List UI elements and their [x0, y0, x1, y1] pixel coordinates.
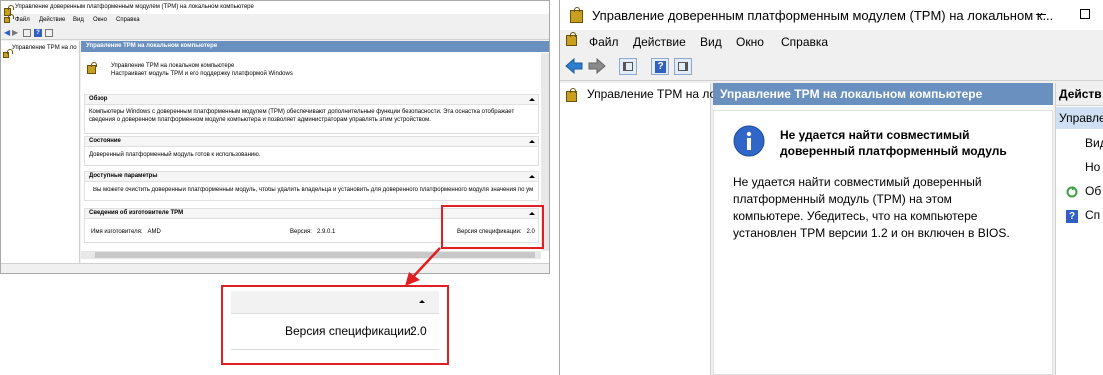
highlight-box-small: [441, 205, 544, 249]
menu-view[interactable]: Вид: [700, 35, 722, 49]
menu-file[interactable]: Файл: [589, 35, 619, 49]
tree-item-tpm[interactable]: Управление TPM на ло: [12, 45, 77, 51]
help-icon[interactable]: ?: [651, 58, 669, 75]
intro-text: Настраивает модуль TPM и его поддержку п…: [111, 71, 293, 77]
console-tree-icon[interactable]: [619, 58, 637, 75]
maximize-icon[interactable]: [1080, 9, 1090, 19]
tpm-app-icon: [570, 7, 583, 23]
right-tree-pane: Управление TPM на ло: [560, 83, 716, 375]
menu-view[interactable]: Вид: [73, 17, 84, 23]
left-title-bar: Управление доверенным платформенным моду…: [1, 1, 549, 16]
action-new-window[interactable]: Но: [1085, 160, 1100, 174]
help-icon[interactable]: ?: [34, 29, 42, 37]
zoom-section-header: [231, 291, 439, 314]
menu-help[interactable]: Справка: [116, 17, 140, 23]
tree-item-tpm[interactable]: Управление TPM на ло: [587, 87, 716, 101]
menu-window[interactable]: Окно: [93, 17, 107, 23]
overview-text: Компьютеры Windows с доверенным платформ…: [89, 109, 515, 123]
action-pane-icon[interactable]: [45, 29, 53, 37]
collapse-arrow-icon[interactable]: [529, 140, 535, 143]
info-icon: [733, 125, 765, 157]
zoom-callout: Версия спецификации: 2.0: [221, 285, 449, 365]
options-header[interactable]: Доступные параметры: [85, 172, 538, 182]
options-title: Доступные параметры: [89, 173, 158, 179]
help-icon[interactable]: ?: [1066, 210, 1078, 223]
state-title: Состояние: [89, 138, 121, 144]
zoom-spec-label: Версия спецификации:: [285, 324, 415, 338]
left-pane-header: Управление TPM на локальном компьютере: [81, 41, 549, 52]
actions-header: Действ: [1056, 83, 1103, 106]
intro-title: Управление TPM на локальном компьютере: [111, 63, 235, 69]
forward-arrow-icon[interactable]: [588, 58, 606, 74]
right-menu-bar: Файл Действие Вид Окно Справка: [560, 32, 1103, 52]
actions-group[interactable]: Управле: [1056, 107, 1103, 129]
tree-tpm-icon: [3, 49, 13, 58]
menu-app-icon: [4, 14, 14, 23]
horizontal-scrollbar[interactable]: [81, 251, 541, 259]
action-help[interactable]: Сп: [1085, 208, 1100, 222]
overview-section: Обзор Компьютеры Windows с доверенным пл…: [84, 94, 539, 134]
menu-action[interactable]: Действие: [633, 35, 686, 49]
menu-window[interactable]: Окно: [736, 35, 764, 49]
manufacturer-version: Версия: 2.9.0.1: [290, 229, 336, 235]
tree-tpm-icon: [566, 88, 577, 102]
error-text: Не удается найти совместимый доверенный …: [733, 175, 1010, 240]
forward-arrow-icon[interactable]: ▶: [12, 28, 18, 37]
menu-file[interactable]: Файл: [15, 17, 30, 23]
callout-arrow: [405, 247, 441, 286]
menu-app-icon: [566, 32, 577, 46]
left-toolbar: ◀ ▶ ?: [1, 28, 549, 40]
state-section: Состояние Доверенный платформенный модул…: [84, 136, 539, 166]
right-main-pane: Управление TPM на локальном компьютере Н…: [713, 83, 1053, 375]
menu-help[interactable]: Справка: [781, 35, 828, 49]
collapse-arrow-icon[interactable]: [419, 300, 425, 303]
error-panel: Не удается найти совместимый доверенный …: [713, 110, 1053, 375]
state-text: Доверенный платформенный модуль готов к …: [89, 152, 261, 158]
overview-header[interactable]: Обзор: [85, 95, 538, 105]
right-toolbar: ?: [560, 54, 1103, 81]
screenshot-divider: [550, 0, 559, 375]
manufacturer-name: Имя изготовителя: AMD: [91, 229, 161, 235]
options-text: Вы можете очистить доверенный платформен…: [93, 187, 533, 193]
right-title-bar: Управление доверенным платформенным моду…: [560, 0, 1103, 30]
right-mmc-window: Управление доверенным платформенным моду…: [559, 0, 1103, 375]
left-menu-bar: Файл Действие Вид Окно Справка: [1, 14, 549, 26]
back-arrow-icon[interactable]: [565, 58, 583, 74]
console-tree-icon[interactable]: [23, 29, 31, 37]
menu-action[interactable]: Действие: [39, 17, 65, 23]
back-arrow-icon[interactable]: ◀: [4, 28, 10, 37]
collapse-arrow-icon[interactable]: [529, 98, 535, 101]
action-pane-icon[interactable]: [674, 58, 692, 75]
left-pane-header-text: Управление TPM на локальном компьютере: [86, 43, 218, 49]
actions-group-label: Управле: [1059, 111, 1103, 125]
action-refresh[interactable]: Об: [1085, 184, 1101, 198]
actions-header-text: Действ: [1059, 87, 1102, 101]
state-header[interactable]: Состояние: [85, 137, 538, 147]
intro-tpm-icon: [87, 62, 97, 74]
refresh-icon[interactable]: [1066, 186, 1078, 198]
left-window-title: Управление доверенным платформенным моду…: [15, 4, 254, 10]
right-window-title: Управление доверенным платформенным моду…: [592, 8, 1054, 23]
minimize-icon[interactable]: [1036, 14, 1046, 15]
right-pane-header-text: Управление TPM на локальном компьютере: [720, 87, 983, 101]
collapse-arrow-icon[interactable]: [529, 175, 535, 178]
overview-title: Обзор: [89, 96, 108, 102]
scrollbar-thumb[interactable]: [95, 252, 535, 258]
action-view[interactable]: Вид: [1085, 136, 1103, 150]
zoom-spec-value: 2.0: [410, 324, 427, 338]
zoom-divider: [231, 349, 439, 350]
manufacturer-title: Сведения об изготовителе TPM: [89, 210, 184, 216]
options-section: Доступные параметры Вы можете очистить д…: [84, 171, 539, 201]
left-status-bar: [1, 263, 549, 273]
right-pane-header: Управление TPM на локальном компьютере: [713, 83, 1053, 105]
left-tree-pane: Управление TPM на ло: [1, 41, 80, 273]
error-title: Не удается найти совместимый доверенный …: [780, 128, 1007, 158]
actions-pane: Действ Управле Вид Но Об ? Сп: [1055, 83, 1103, 375]
